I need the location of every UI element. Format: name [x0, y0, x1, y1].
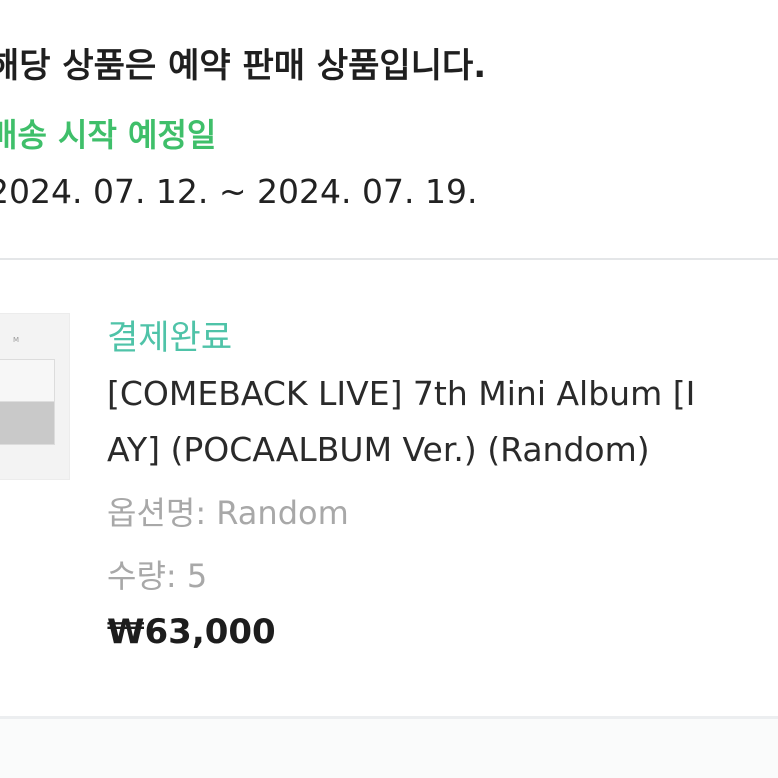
section-divider [0, 258, 778, 260]
product-title[interactable]: [COMEBACK LIVE] 7th Mini Album [I AY] (P… [107, 366, 778, 478]
product-title-line-1: [COMEBACK LIVE] 7th Mini Album [I [107, 374, 696, 413]
next-section-background [0, 719, 778, 778]
product-option: 옵션명: Random [107, 494, 349, 532]
product-title-line-2: AY] (POCAALBUM Ver.) (Random) [107, 430, 650, 469]
order-detail-page: 해당 상품은 예약 판매 상품입니다. 배송 시작 예정일 2024. 07. … [0, 0, 778, 778]
album-cover-mark: M [13, 336, 20, 344]
shipping-date-range: 2024. 07. 12. ~ 2024. 07. 19. [0, 172, 478, 211]
product-quantity: 수량: 5 [107, 557, 208, 595]
payment-status: 결제완료 [107, 318, 233, 358]
product-price: ₩63,000 [107, 612, 276, 652]
product-thumbnail[interactable]: M [0, 313, 70, 480]
shipping-start-label: 배송 시작 예정일 [0, 116, 217, 154]
preorder-notice: 해당 상품은 예약 판매 상품입니다. [0, 46, 487, 86]
album-cover-bottom [0, 402, 54, 444]
album-cover-image [0, 359, 55, 445]
album-cover-top [0, 360, 54, 402]
